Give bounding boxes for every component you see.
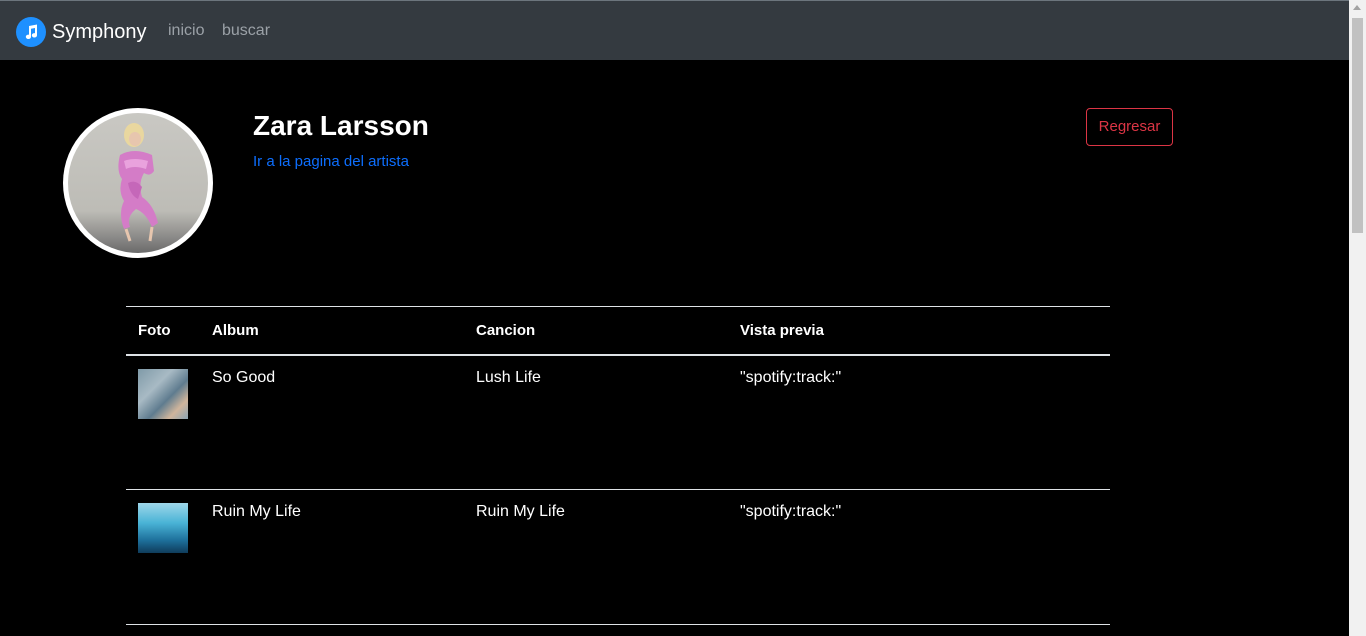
tracks-table: Foto Album Cancion Vista previa So Good …: [126, 306, 1110, 625]
nav-link-buscar[interactable]: buscar: [222, 22, 270, 40]
column-header-vista-previa: Vista previa: [728, 306, 1110, 356]
preview-cell: "spotify:track:": [728, 489, 1110, 625]
album-cover-image: [138, 503, 188, 553]
page-scrollbar[interactable]: [1349, 0, 1366, 636]
artist-photo: [68, 113, 208, 253]
table-row: So Good Lush Life "spotify:track:": [126, 354, 1110, 490]
back-button[interactable]: Regresar: [1086, 108, 1173, 146]
nav-link-inicio[interactable]: inicio: [168, 22, 204, 40]
preview-cell: "spotify:track:": [728, 354, 1110, 490]
brand-name: Symphony: [52, 20, 147, 43]
page: Symphony inicio buscar Zara Larsson Ir a…: [0, 0, 1366, 636]
album-cell: Ruin My Life: [200, 489, 464, 625]
navbar: Symphony inicio buscar: [0, 0, 1349, 60]
artist-avatar: [63, 108, 213, 258]
column-header-album: Album: [200, 306, 464, 356]
music-note-icon: [16, 17, 46, 47]
album-cover-image: [138, 368, 188, 419]
song-cell: Ruin My Life: [464, 489, 728, 625]
table-row: Ruin My Life Ruin My Life "spotify:track…: [126, 489, 1110, 625]
foto-cell: [126, 489, 200, 625]
brand-link[interactable]: Symphony: [16, 16, 147, 48]
column-header-cancion: Cancion: [464, 306, 728, 356]
foto-cell: [126, 354, 200, 490]
artist-page-link[interactable]: Ir a la pagina del artista: [253, 153, 409, 170]
song-cell: Lush Life: [464, 354, 728, 490]
artist-name: Zara Larsson: [253, 110, 429, 141]
scrollbar-thumb[interactable]: [1352, 18, 1363, 233]
column-header-foto: Foto: [126, 306, 200, 356]
scroll-up-arrow-icon[interactable]: [1353, 5, 1361, 10]
album-cell: So Good: [200, 354, 464, 490]
table-header-row: Foto Album Cancion Vista previa: [126, 306, 1110, 356]
